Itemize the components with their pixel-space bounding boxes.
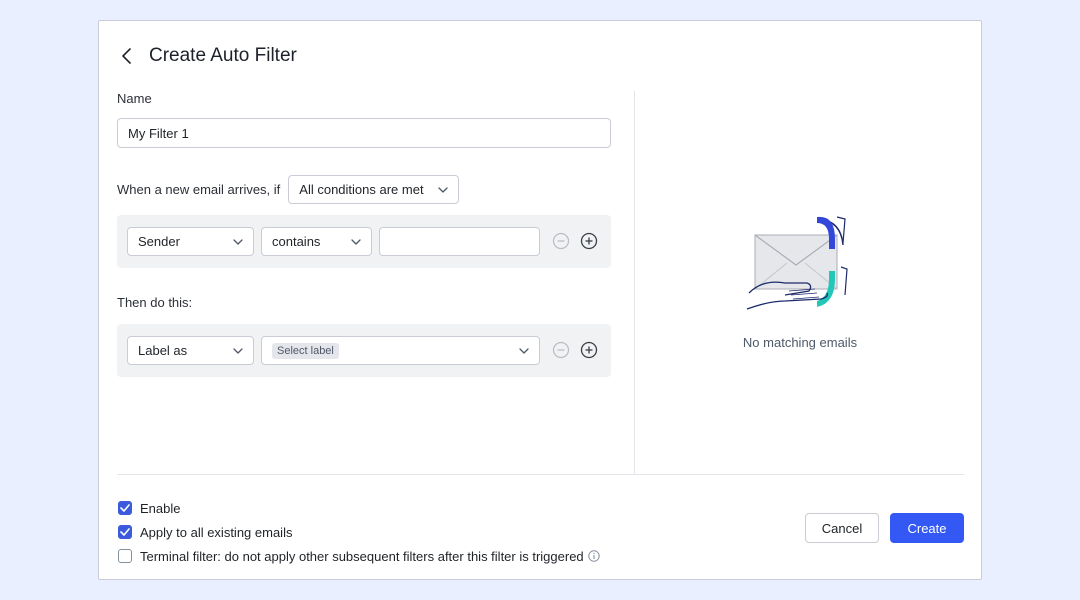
remove-condition-icon[interactable] (552, 232, 570, 250)
chevron-down-icon (438, 185, 448, 195)
chevron-down-icon (233, 346, 243, 356)
empty-state-text: No matching emails (742, 335, 858, 350)
dialog-header: Create Auto Filter (117, 43, 297, 69)
horizontal-divider (117, 474, 964, 475)
add-condition-icon[interactable] (580, 232, 598, 250)
filter-form: Name When a new email arrives, if All co… (117, 91, 611, 377)
option-enable: Enable (118, 496, 600, 520)
action-rule: Label as Select label (117, 324, 611, 377)
condition-field-select[interactable]: Sender (127, 227, 254, 256)
terminal-filter-label: Terminal filter: do not apply other subs… (140, 548, 584, 564)
cancel-button[interactable]: Cancel (805, 513, 879, 543)
envelope-in-hand-icon (745, 213, 857, 318)
condition-mode-row: When a new email arrives, if All conditi… (117, 175, 460, 204)
name-label: Name (117, 91, 152, 106)
actions-label: Then do this: (117, 295, 193, 310)
back-chevron-icon[interactable] (117, 43, 137, 69)
condition-prefix-text: When a new email arrives, if (117, 182, 281, 197)
page-title: Create Auto Filter (149, 45, 297, 66)
option-apply-existing: Apply to all existing emails (118, 520, 600, 544)
create-auto-filter-dialog: Create Auto Filter Name When a new email… (98, 20, 982, 580)
filter-options: Enable Apply to all existing emails Term… (118, 496, 600, 568)
apply-existing-label: Apply to all existing emails (140, 524, 293, 540)
info-icon[interactable] (587, 550, 600, 562)
create-button[interactable]: Create (890, 513, 964, 543)
condition-operator-value: contains (272, 234, 321, 249)
chevron-down-icon (519, 346, 529, 356)
condition-value-input[interactable] (379, 227, 540, 256)
enable-checkbox[interactable] (118, 501, 132, 515)
option-terminal-filter: Terminal filter: do not apply other subs… (118, 544, 600, 568)
condition-rule: Sender contains (117, 215, 611, 268)
preview-panel: No matching emails (635, 91, 965, 475)
condition-operator-select[interactable]: contains (261, 227, 372, 256)
match-mode-select[interactable]: All conditions are met (288, 175, 460, 204)
action-type-value: Label as (138, 343, 188, 358)
chevron-down-icon (233, 237, 243, 247)
action-type-select[interactable]: Label as (127, 336, 254, 365)
chevron-down-icon (351, 237, 361, 247)
filter-name-input[interactable] (117, 118, 611, 148)
label-target-select[interactable]: Select label (261, 336, 540, 365)
select-label-placeholder: Select label (272, 342, 339, 359)
add-action-icon[interactable] (580, 341, 598, 359)
condition-field-value: Sender (138, 234, 180, 249)
match-mode-value: All conditions are met (299, 182, 424, 197)
terminal-filter-checkbox[interactable] (118, 549, 132, 563)
apply-existing-checkbox[interactable] (118, 525, 132, 539)
remove-action-icon[interactable] (552, 341, 570, 359)
enable-label: Enable (140, 500, 181, 516)
